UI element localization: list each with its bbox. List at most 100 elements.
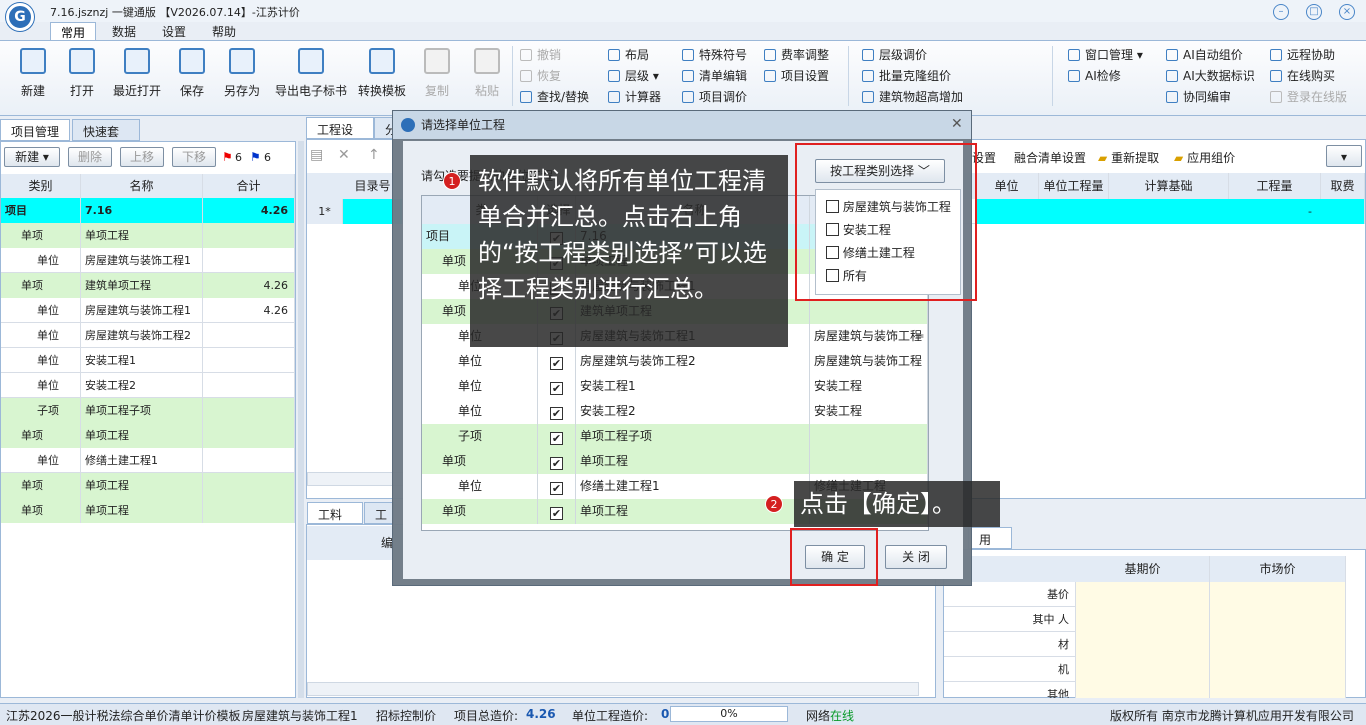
price-cell-base[interactable] — [1076, 582, 1210, 607]
price-cell-market[interactable] — [1210, 657, 1346, 682]
menu-tab-help[interactable]: 帮助 — [202, 22, 246, 40]
tree-row[interactable]: 单位 房屋建筑与装饰工程1 — [1, 248, 295, 273]
arrow-up-icon[interactable]: ↑ — [368, 147, 380, 163]
undo-button[interactable]: 撤销 — [520, 46, 561, 64]
new-dropdown[interactable]: 新建 ▾ — [4, 147, 60, 167]
delete-button[interactable]: 删除 — [68, 147, 112, 167]
dialog-row[interactable]: 子项 ✔ 单项工程子项 — [422, 424, 928, 449]
price-row[interactable]: 其中 人 — [944, 607, 1346, 632]
level-dropdown[interactable]: 层级 ▾ — [608, 67, 659, 85]
re-extract-button[interactable]: ▰ 重新提取 — [1098, 149, 1159, 171]
select-checkbox[interactable]: ✔ — [550, 482, 563, 495]
tree-row[interactable]: 单项 单项工程 — [1, 473, 295, 498]
dialog-row[interactable]: 单项 ✔ 单项工程 — [422, 449, 928, 474]
tree-row[interactable]: 单项 单项工程 — [1, 223, 295, 248]
price-cell-base[interactable] — [1076, 632, 1210, 657]
price-cell-market[interactable] — [1210, 632, 1346, 657]
price-row[interactable]: 材 — [944, 632, 1346, 657]
select-checkbox[interactable]: ✔ — [550, 357, 563, 370]
tab-project-manage[interactable]: 项目管理 — [0, 119, 70, 141]
tree-row[interactable]: 单位 安装工程2 — [1, 373, 295, 398]
remote-assist-button[interactable]: 远程协助 — [1270, 46, 1335, 64]
select-checkbox[interactable]: ✔ — [550, 457, 563, 470]
tab-base-price[interactable]: 用基价 — [968, 527, 1012, 581]
price-cell-base[interactable] — [1076, 682, 1210, 698]
redo-button[interactable]: 恢复 — [520, 67, 561, 85]
recent-open-button[interactable]: 最近打开 — [107, 46, 167, 106]
price-cell-market[interactable] — [1210, 607, 1346, 632]
dialog-cell-select[interactable]: ✔ — [538, 374, 576, 399]
find-replace-button[interactable]: 查找/替换 — [520, 88, 589, 106]
co-review-button[interactable]: 协同编审 — [1166, 88, 1231, 106]
special-symbol-button[interactable]: 特殊符号 — [682, 46, 747, 64]
splitter[interactable] — [298, 141, 304, 698]
price-row[interactable]: 机 — [944, 657, 1346, 682]
tree-row[interactable]: 子项 单项工程子项 — [1, 398, 295, 423]
tree-row[interactable]: 单位 房屋建筑与装饰工程2 — [1, 323, 295, 348]
tree-row[interactable]: 单位 安装工程1 — [1, 348, 295, 373]
merge-bill-settings-button[interactable]: 融合清单设置 — [1014, 149, 1086, 171]
select-checkbox[interactable]: ✔ — [550, 407, 563, 420]
red-flag-icon[interactable]: ⚑ — [222, 150, 233, 164]
price-cell-market[interactable] — [1210, 682, 1346, 698]
close-button[interactable]: 关 闭 — [885, 545, 947, 569]
bill-edit-button[interactable]: 清单编辑 — [682, 67, 747, 85]
save-as-button[interactable]: 另存为 — [212, 46, 272, 106]
minimize-icon[interactable]: – — [1273, 4, 1289, 20]
tree-row[interactable]: 单项 单项工程 — [1, 498, 295, 523]
dialog-cell-select[interactable]: ✔ — [538, 474, 576, 499]
price-row[interactable]: 其他 — [944, 682, 1346, 698]
layout-button[interactable]: 布局 — [608, 46, 649, 64]
more-dropdown[interactable]: ▾ — [1326, 145, 1362, 167]
price-cell-market[interactable] — [1210, 582, 1346, 607]
dialog-cell-select[interactable]: ✔ — [538, 349, 576, 374]
tree-row[interactable]: 单位 房屋建筑与装饰工程1 4.26 — [1, 298, 295, 323]
row-qty[interactable]: - — [975, 199, 1365, 224]
app-logo-icon[interactable]: G — [6, 3, 34, 31]
calculator-button[interactable]: 计算器 — [608, 88, 661, 106]
grid-icon[interactable]: ▤ — [310, 147, 323, 163]
login-online-button[interactable]: 登录在线版 — [1270, 88, 1347, 106]
move-down-button[interactable]: 下移 — [172, 147, 216, 167]
menu-tab-common[interactable]: 常用 — [50, 22, 97, 40]
tab-project[interactable]: 工程 — [364, 502, 394, 539]
dialog-row[interactable]: 单位 ✔ 房屋建筑与装饰工程2 房屋建筑与装饰工程 — [422, 349, 928, 374]
ai-bigdata-button[interactable]: AI大数据标识 — [1166, 67, 1255, 85]
price-cell-base[interactable] — [1076, 657, 1210, 682]
convert-template-button[interactable]: 转换模板 — [352, 46, 412, 106]
tree-row[interactable]: 单项 单项工程 — [1, 423, 295, 448]
tree-row[interactable]: 项目 7.16 4.26 — [1, 198, 295, 223]
close-icon[interactable]: × — [1339, 4, 1355, 20]
select-checkbox[interactable]: ✔ — [550, 382, 563, 395]
maximize-icon[interactable]: □ — [1306, 4, 1322, 20]
dialog-row[interactable]: 单位 ✔ 安装工程2 安装工程 — [422, 399, 928, 424]
select-checkbox[interactable]: ✔ — [550, 507, 563, 520]
bottom-scrollbar[interactable] — [307, 682, 919, 696]
ai-auto-price-button[interactable]: AI自动组价 — [1166, 46, 1243, 64]
batch-clone-button[interactable]: 批量克隆组价 — [862, 67, 951, 85]
tree-row[interactable]: 单位 修缮土建工程1 — [1, 448, 295, 473]
project-settings-button[interactable]: 项目设置 — [764, 67, 829, 85]
move-up-button[interactable]: 上移 — [120, 147, 164, 167]
dialog-grid-splitter[interactable]: ═ — [916, 329, 923, 343]
ai-check-button[interactable]: AI检修 — [1068, 67, 1121, 85]
tab-labor-material[interactable]: 工料机 — [307, 502, 363, 539]
online-buy-button[interactable]: 在线购买 — [1270, 67, 1335, 85]
price-cell-base[interactable] — [1076, 607, 1210, 632]
dialog-cell-select[interactable]: ✔ — [538, 399, 576, 424]
select-checkbox[interactable]: ✔ — [550, 432, 563, 445]
menu-tab-settings[interactable]: 设置 — [152, 22, 196, 40]
export-bid-button[interactable]: 导出电子标书 — [271, 46, 351, 106]
level-price-adjust-button[interactable]: 层级调价 — [862, 46, 927, 64]
tab-project-settings[interactable]: 工程设置 — [306, 117, 374, 154]
building-height-button[interactable]: 建筑物超高增加 — [862, 88, 963, 106]
blue-flag-icon[interactable]: ⚑ — [250, 150, 261, 164]
dialog-row[interactable]: 单位 ✔ 安装工程1 安装工程 — [422, 374, 928, 399]
tab-quick-apply[interactable]: 快速套用 — [72, 119, 140, 156]
open-button[interactable]: 打开 — [52, 46, 112, 106]
rate-adjust-button[interactable]: 费率调整 — [764, 46, 829, 64]
dialog-cell-select[interactable]: ✔ — [538, 424, 576, 449]
project-price-adjust-button[interactable]: 项目调价 — [682, 88, 747, 106]
paste-button[interactable]: 粘贴 — [457, 46, 517, 106]
delete-x-icon[interactable]: ✕ — [338, 147, 350, 163]
